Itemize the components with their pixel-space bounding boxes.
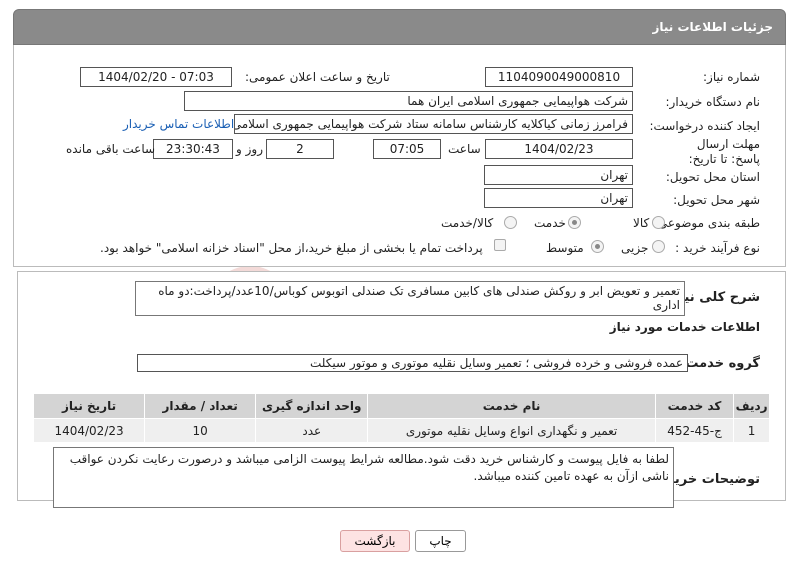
city-field: تهران (484, 188, 633, 208)
col-header-need-date: تاریخ نیاز (32, 393, 146, 419)
cell-service-name: تعمیر و نگهداری انواع وسایل نقلیه موتوری (367, 418, 656, 443)
creator-field: فرامرز زمانی کیاکلایه کارشناس سامانه ستا… (234, 114, 633, 134)
process-option-minor: جزیی (621, 241, 649, 255)
category-option-goods-service: کالا/خدمت (441, 216, 494, 230)
print-button[interactable]: چاپ (415, 530, 466, 552)
col-header-unit: واحد اندازه گیری (255, 393, 369, 419)
buyer-label: نام دستگاه خریدار: (665, 95, 761, 109)
col-header-service-name: نام خدمت (367, 393, 656, 419)
col-header-service-code: کد خدمت (654, 393, 735, 419)
treasury-payment-note: پرداخت تمام یا بخشی از مبلغ خرید،از محل … (100, 241, 483, 255)
announce-datetime-field: 1404/02/20 - 07:03 (80, 67, 232, 87)
deadline-time-label: ساعت (448, 142, 481, 156)
deadline-time-field: 07:05 (373, 139, 441, 159)
process-label: نوع فرآیند خرید : (675, 241, 760, 255)
services-section-title: اطلاعات خدمات مورد نیاز (609, 320, 760, 334)
category-radio-service[interactable] (568, 216, 581, 229)
province-field: تهران (484, 165, 633, 185)
cell-need-date: 1404/02/23 (32, 418, 146, 443)
page-title: جزئیات اطلاعات نیاز (652, 20, 773, 34)
cell-row-number: 1 (733, 418, 770, 443)
category-option-goods: کالا (633, 216, 650, 230)
table-header-row: ردیف کد خدمت نام خدمت واحد اندازه گیری ت… (32, 393, 770, 419)
treasury-payment-checkbox[interactable] (494, 239, 506, 251)
col-header-quantity: تعداد / مقدار (144, 393, 257, 419)
buyer-contact-link[interactable]: اطلاعات تماس خریدار (123, 117, 234, 131)
city-label: شهر محل تحویل: (673, 193, 760, 207)
deadline-date-field: 1404/02/23 (485, 139, 633, 159)
category-label: طبقه بندی موضوعی: (653, 216, 760, 230)
deadline-label: مهلت ارسال پاسخ: تا تاریخ: (688, 137, 760, 166)
remaining-time-label: ساعت باقی مانده (66, 142, 156, 156)
cell-service-code: ج-45-452 (654, 418, 735, 443)
category-option-service: خدمت (534, 216, 566, 230)
remaining-time-field: 23:30:43 (153, 139, 233, 159)
buyer-field: شرکت هواپیمایی جمهوری اسلامی ایران هما (184, 91, 633, 111)
announce-label: تاریخ و ساعت اعلان عمومی: (245, 70, 390, 84)
process-radio-minor[interactable] (652, 240, 665, 253)
need-number-field: 1104090049000810 (485, 67, 633, 87)
panel-header: جزئیات اطلاعات نیاز (13, 9, 786, 45)
category-radio-goods[interactable] (652, 216, 665, 229)
summary-textarea[interactable]: تعمیر و تعویض ابر و روکش صندلی های کابین… (135, 281, 685, 316)
service-group-label: گروه خدمت: (680, 356, 760, 371)
province-label: استان محل تحویل: (665, 170, 760, 184)
category-radio-goods-service[interactable] (504, 216, 517, 229)
table-row: 1 ج-45-452 تعمیر و نگهداری انواع وسایل ن… (32, 418, 770, 443)
cell-quantity: 10 (144, 418, 257, 443)
service-group-field: عمده فروشی و خرده فروشی ؛ تعمیر وسایل نق… (137, 354, 688, 372)
services-table: ردیف کد خدمت نام خدمت واحد اندازه گیری ت… (32, 393, 770, 443)
deadline-days-label: روز و (236, 142, 263, 156)
creator-label: ایجاد کننده درخواست: (649, 119, 760, 133)
process-option-medium: متوسط (546, 241, 584, 255)
buyer-notes-textarea[interactable]: لطفا به فایل پیوست و کارشناس خرید دقت شو… (53, 447, 674, 508)
process-radio-medium[interactable] (591, 240, 604, 253)
cell-unit: عدد (255, 418, 369, 443)
col-header-row-number: ردیف (733, 393, 770, 419)
deadline-days-field: 2 (266, 139, 334, 159)
need-number-label: شماره نیاز: (703, 70, 760, 84)
back-button[interactable]: بازگشت (340, 530, 410, 552)
